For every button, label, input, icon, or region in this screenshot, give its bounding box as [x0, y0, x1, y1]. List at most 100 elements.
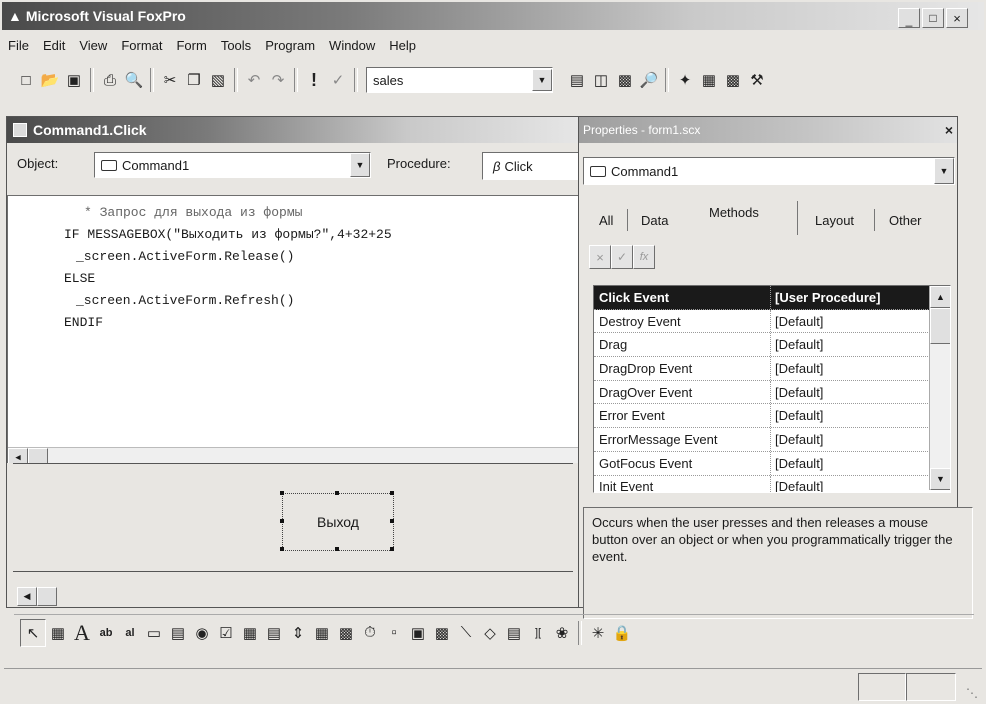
- checkbox-icon[interactable]: ☑: [214, 620, 238, 646]
- print-preview-icon[interactable]: 🔍: [122, 68, 146, 92]
- menu-window[interactable]: Window: [329, 38, 375, 53]
- menu-help[interactable]: Help: [389, 38, 416, 53]
- table-wizard-icon[interactable]: ▩: [721, 68, 745, 92]
- menu-file[interactable]: File: [8, 38, 29, 53]
- builder-lock-icon[interactable]: ✳: [586, 620, 610, 646]
- redo-icon[interactable]: ↷: [266, 68, 290, 92]
- run-icon[interactable]: !: [302, 68, 326, 92]
- report-wizard-icon[interactable]: ▦: [697, 68, 721, 92]
- chevron-down-icon[interactable]: ▼: [934, 158, 954, 184]
- chevron-down-icon[interactable]: ▼: [532, 69, 552, 91]
- cut-icon[interactable]: ✂: [158, 68, 182, 92]
- tab-data[interactable]: Data: [641, 213, 668, 228]
- properties-close-icon[interactable]: ×: [945, 122, 953, 138]
- selection-handle[interactable]: [390, 519, 394, 523]
- selection-handle[interactable]: [335, 547, 339, 551]
- command-group-icon[interactable]: ▤: [166, 620, 190, 646]
- ole-container-icon[interactable]: ▣: [406, 620, 430, 646]
- view-classes-icon[interactable]: ▦: [46, 620, 70, 646]
- property-row[interactable]: ErrorMessage Event [Default]: [594, 428, 930, 452]
- copy-icon[interactable]: ❐: [182, 68, 206, 92]
- menu-form[interactable]: Form: [176, 38, 206, 53]
- print-icon[interactable]: ⎙: [98, 68, 122, 92]
- property-row[interactable]: Click Event [User Procedure]: [594, 286, 930, 310]
- grid-icon[interactable]: ▦: [310, 620, 334, 646]
- command-window-icon[interactable]: ▤: [565, 68, 589, 92]
- selection-handle[interactable]: [335, 491, 339, 495]
- form-design-surface[interactable]: Выход ◀: [7, 463, 579, 607]
- data-session-icon[interactable]: ◫: [589, 68, 613, 92]
- vertical-scrollbar[interactable]: ▲ ▼: [929, 286, 950, 490]
- property-row[interactable]: DragDrop Event [Default]: [594, 357, 930, 381]
- selection-handle[interactable]: [280, 547, 284, 551]
- object-combo[interactable]: Command1 ▼: [94, 152, 371, 178]
- pageframe-icon[interactable]: ▫: [382, 620, 406, 646]
- label-icon[interactable]: A: [70, 620, 94, 646]
- open-icon[interactable]: 📂: [38, 68, 62, 92]
- scroll-thumb[interactable]: [930, 308, 950, 344]
- save-icon[interactable]: ▣: [62, 68, 86, 92]
- property-row[interactable]: GotFocus Event [Default]: [594, 451, 930, 476]
- property-row[interactable]: DragOver Event [Default]: [594, 380, 930, 405]
- code-editor[interactable]: * Запрос для выхода из формы IF MESSAGEB…: [7, 195, 581, 467]
- properties-window-icon[interactable]: ▩: [613, 68, 637, 92]
- paste-icon[interactable]: ▧: [206, 68, 230, 92]
- scroll-up-icon[interactable]: ▲: [930, 286, 950, 308]
- modify-form-icon[interactable]: ✓: [326, 68, 350, 92]
- listbox-icon[interactable]: ▤: [262, 620, 286, 646]
- scroll-down-icon[interactable]: ▼: [930, 468, 950, 490]
- selection-handle[interactable]: [390, 491, 394, 495]
- timer-icon[interactable]: ⏱: [358, 620, 382, 646]
- image-icon[interactable]: ▩: [334, 620, 358, 646]
- menu-edit[interactable]: Edit: [43, 38, 65, 53]
- line-icon[interactable]: ⟍: [454, 620, 478, 646]
- spinner-icon[interactable]: ⇕: [286, 620, 310, 646]
- tab-layout[interactable]: Layout: [815, 213, 854, 228]
- shape-icon[interactable]: ◇: [478, 620, 502, 646]
- menu-format[interactable]: Format: [121, 38, 162, 53]
- tab-methods[interactable]: Methods: [709, 205, 759, 220]
- minimize-button[interactable]: _: [898, 8, 920, 28]
- close-button[interactable]: ×: [946, 8, 968, 28]
- exit-command-button[interactable]: Выход: [282, 493, 394, 551]
- select-objects-icon[interactable]: ↖: [20, 618, 46, 647]
- undo-icon[interactable]: ↶: [242, 68, 266, 92]
- selection-handle[interactable]: [280, 519, 284, 523]
- property-row[interactable]: Drag [Default]: [594, 333, 930, 358]
- separator-icon[interactable]: ][: [526, 620, 550, 646]
- code-window-icon[interactable]: 🔎: [637, 68, 661, 92]
- ole-bound-icon[interactable]: ▩: [430, 620, 454, 646]
- property-row[interactable]: Error Event [Default]: [594, 404, 930, 429]
- command-button-icon[interactable]: ▭: [142, 620, 166, 646]
- new-icon[interactable]: □: [14, 68, 38, 92]
- menu-tools[interactable]: Tools: [221, 38, 251, 53]
- property-grid[interactable]: Click Event [User Procedure] Destroy Event…: [593, 285, 951, 493]
- textbox-icon[interactable]: ab: [94, 620, 118, 646]
- cancel-edit-icon[interactable]: ×: [589, 245, 611, 269]
- function-icon[interactable]: fx: [633, 245, 655, 269]
- database-combo[interactable]: sales ▼: [366, 67, 553, 93]
- option-group-icon[interactable]: ◉: [190, 620, 214, 646]
- resize-grip-icon[interactable]: ⋱: [966, 686, 978, 700]
- accept-edit-icon[interactable]: ✓: [611, 245, 633, 269]
- procedure-combo[interactable]: β Click: [482, 152, 580, 180]
- editbox-icon[interactable]: al: [118, 620, 142, 646]
- scroll-left-icon[interactable]: ◀: [17, 587, 37, 606]
- selection-handle[interactable]: [390, 547, 394, 551]
- properties-object-combo[interactable]: Command1 ▼: [583, 157, 955, 185]
- horizontal-scrollbar[interactable]: ◀: [7, 587, 577, 606]
- selection-handle[interactable]: [280, 491, 284, 495]
- tab-all[interactable]: All: [599, 213, 613, 228]
- scroll-thumb[interactable]: [37, 587, 57, 606]
- form-wizard-icon[interactable]: ✦: [673, 68, 697, 92]
- maximize-button[interactable]: □: [922, 8, 944, 28]
- property-row[interactable]: Destroy Event [Default]: [594, 309, 930, 334]
- combobox-icon[interactable]: ▦: [238, 620, 262, 646]
- tools-icon[interactable]: ⚒: [745, 68, 769, 92]
- chevron-down-icon[interactable]: ▼: [350, 153, 370, 177]
- menu-program[interactable]: Program: [265, 38, 315, 53]
- container-icon[interactable]: ▤: [502, 620, 526, 646]
- tab-other[interactable]: Other: [889, 213, 922, 228]
- button-lock-icon[interactable]: 🔒: [610, 620, 634, 646]
- hyperlink-icon[interactable]: ❀: [550, 620, 574, 646]
